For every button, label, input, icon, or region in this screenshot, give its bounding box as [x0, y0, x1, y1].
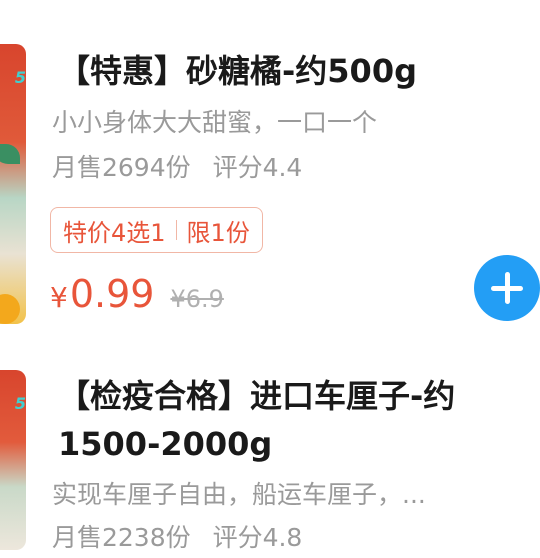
product-title[interactable]: 【检疫合格】进口车厘子-约1500-2000g: [58, 372, 520, 468]
product-stats: 月售2694份 评分4.4: [52, 148, 302, 188]
image-badge: 5: [14, 394, 26, 413]
original-price: ¥6.9: [170, 285, 224, 313]
promo-limit: 限1份: [186, 218, 250, 247]
promo-deal: 特价4选1: [63, 218, 166, 247]
currency-symbol: ¥: [50, 281, 68, 314]
monthly-sales: 月售2694份: [52, 153, 191, 182]
product-image[interactable]: 5: [0, 44, 26, 324]
plus-icon: [491, 272, 523, 304]
rating: 评分4.4: [212, 153, 303, 182]
product-description: 实现车厘子自由，船运车厘子，...: [52, 480, 426, 509]
product-card[interactable]: 5 【特惠】砂糖橘-约500g 小小身体大大甜蜜，一口一个 月售2694份 评分…: [0, 0, 540, 350]
current-price: 0.99: [69, 272, 155, 316]
leaf-graphic: [0, 144, 20, 164]
promo-divider: [175, 220, 177, 240]
fruit-graphic: [0, 294, 20, 324]
add-to-cart-button[interactable]: [474, 255, 540, 321]
image-badge: 5: [14, 68, 26, 87]
rating: 评分4.8: [212, 523, 303, 552]
promo-tag: 特价4选1 限1份: [50, 207, 263, 253]
product-stats: 月售2238份 评分4.8: [52, 518, 302, 558]
price-block: ¥ 0.99 ¥6.9: [50, 272, 224, 328]
product-description: 小小身体大大甜蜜，一口一个: [52, 108, 378, 137]
monthly-sales: 月售2238份: [52, 523, 191, 552]
product-card[interactable]: 5 【检疫合格】进口车厘子-约1500-2000g 实现车厘子自由，船运车厘子，…: [0, 350, 540, 552]
product-image[interactable]: 5: [0, 370, 26, 550]
product-title[interactable]: 【特惠】砂糖橘-约500g: [58, 47, 520, 95]
